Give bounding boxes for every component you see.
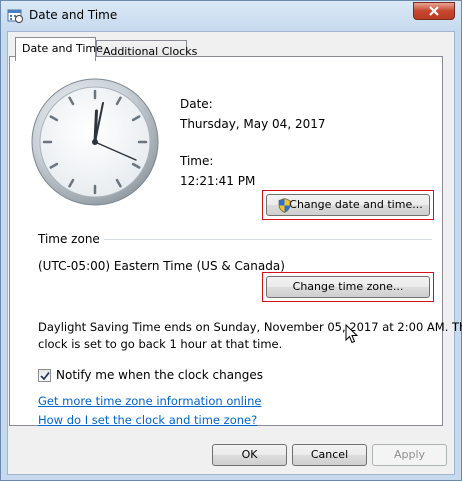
ok-label: OK	[241, 448, 258, 461]
how-to-set-clock-link[interactable]: How do I set the clock and time zone?	[38, 413, 257, 427]
notify-label[interactable]: Notify me when the clock changes	[56, 368, 263, 382]
time-zone-section-label: Time zone	[38, 232, 100, 246]
ok-button[interactable]: OK	[212, 444, 287, 466]
tab-panel: Date: Thursday, May 04, 2017 Time: 12:21…	[9, 56, 462, 427]
change-time-zone-label: Change time zone...	[292, 280, 404, 293]
date-value: Thursday, May 04, 2017	[180, 117, 326, 131]
title-bar[interactable]: Date and Time	[1, 1, 461, 31]
analog-clock-icon	[31, 78, 159, 206]
time-value: 12:21:41 PM	[180, 174, 256, 188]
window-title: Date and Time	[29, 8, 118, 22]
cancel-label: Cancel	[310, 448, 349, 461]
date-and-time-window: Date and Time Date and Time Additional C…	[0, 0, 462, 481]
tab-label: Date and Time	[22, 42, 103, 55]
clock-app-icon	[7, 9, 23, 23]
time-zone-value: (UTC-05:00) Eastern Time (US & Canada)	[38, 259, 285, 273]
change-date-and-time-label: Change date and time...	[289, 198, 423, 211]
apply-label: Apply	[393, 448, 426, 461]
tab-date-and-time[interactable]: Date and Time	[15, 37, 103, 61]
close-button[interactable]	[413, 2, 455, 20]
mouse-cursor-icon	[345, 324, 359, 344]
time-label: Time:	[180, 154, 214, 168]
checkmark-icon	[40, 371, 50, 381]
change-date-and-time-button[interactable]: Change date and time...	[266, 194, 430, 216]
dst-info-line1: Daylight Saving Time ends on Sunday, Nov…	[38, 320, 462, 334]
date-label: Date:	[180, 97, 213, 111]
uac-shield-icon	[278, 198, 291, 213]
close-icon	[429, 6, 439, 16]
cancel-button[interactable]: Cancel	[292, 444, 367, 466]
dst-info-line2: clock is set to go back 1 hour at that t…	[38, 337, 283, 351]
time-zone-divider	[104, 239, 432, 240]
change-time-zone-button[interactable]: Change time zone...	[266, 276, 430, 298]
notify-checkbox[interactable]	[38, 369, 51, 382]
more-time-zone-info-link[interactable]: Get more time zone information online	[38, 394, 261, 408]
apply-button[interactable]: Apply	[372, 444, 447, 466]
